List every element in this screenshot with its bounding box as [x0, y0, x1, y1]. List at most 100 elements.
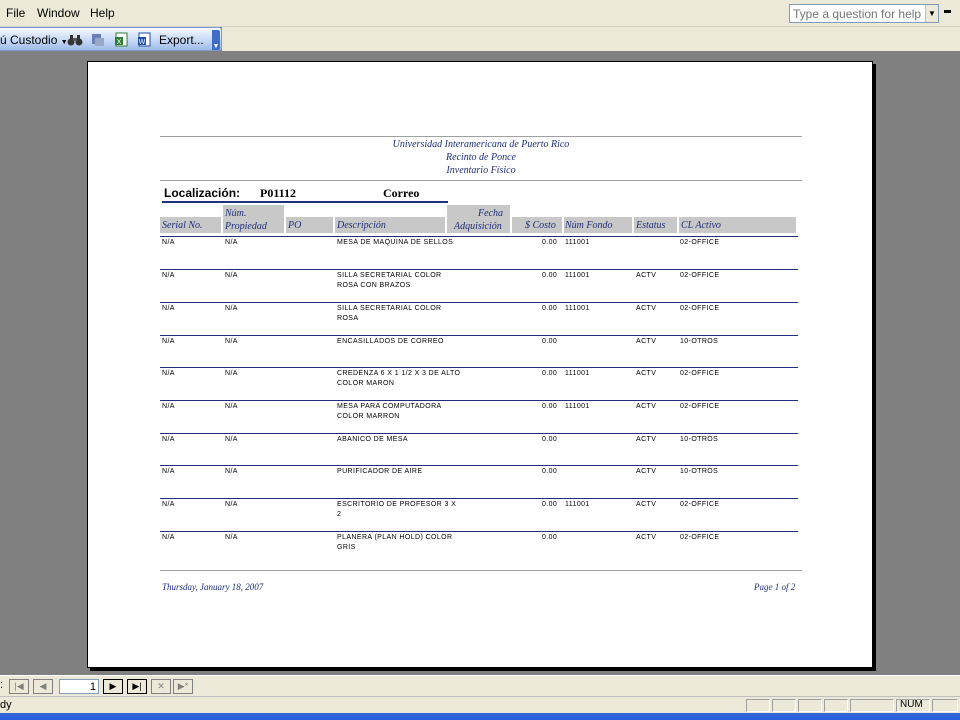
excel-icon[interactable]: X — [114, 32, 130, 48]
svg-text:W: W — [139, 38, 146, 46]
num-lock-panel: NUM — [896, 699, 930, 712]
menu-window[interactable]: Window — [37, 6, 80, 20]
report-title-inventory: Inventario Físico — [446, 165, 516, 176]
help-question-input[interactable] — [793, 7, 923, 21]
row-rule — [160, 531, 798, 532]
menu-help[interactable]: Help — [90, 6, 115, 20]
cell-cl: 02-OFFICE — [680, 403, 720, 410]
cell-descripcion: ENCASILLADOS DE CORREO — [337, 338, 444, 345]
page-number-input[interactable] — [59, 679, 99, 694]
row-rule — [160, 302, 798, 303]
col-header-po: PO — [288, 220, 302, 231]
taskbar — [0, 713, 960, 720]
help-box: ▼ — [789, 4, 939, 23]
cell-cl: 10-OTROS — [680, 338, 719, 345]
row-rule — [160, 433, 798, 434]
location-label: Localización: — [164, 186, 241, 200]
row-rule — [160, 335, 798, 336]
cell-propiedad: N/A — [225, 436, 238, 443]
chevron-down-icon[interactable]: ▼ — [925, 5, 938, 22]
binoculars-icon[interactable] — [67, 32, 83, 48]
col-header-fecha: Fecha — [478, 208, 503, 219]
header-top-rule — [160, 136, 802, 137]
cell-descripcion: MESA DE MAQUINA DE SELLOS — [337, 239, 454, 246]
cell-serial: N/A — [162, 305, 175, 312]
first-record-icon[interactable]: |◀ — [9, 679, 29, 694]
cell-propiedad: N/A — [225, 370, 238, 377]
col-header-num: Núm. — [225, 208, 247, 219]
cell-costo: 0.00 — [542, 305, 558, 312]
cell-costo: 0.00 — [542, 403, 558, 410]
status-panel — [932, 699, 958, 712]
col-header-adquisicion: Adquisición — [454, 221, 502, 232]
cell-propiedad: N/A — [225, 403, 238, 410]
cell-fondo: 111001 — [565, 403, 590, 410]
row-rule — [160, 465, 798, 466]
cell-fondo: 111001 — [565, 272, 590, 279]
status-panel — [746, 699, 770, 712]
next-record-icon[interactable]: ▶ — [103, 679, 123, 694]
cell-serial: N/A — [162, 239, 175, 246]
cell-costo: 0.00 — [542, 468, 558, 475]
menu-bar: File Window Help ▼ — [0, 0, 960, 27]
cell-fondo: 111001 — [565, 370, 590, 377]
footer-rule — [160, 570, 802, 571]
cell-serial: N/A — [162, 468, 175, 475]
cell-estatus: ACTV — [636, 272, 657, 279]
new-record-icon[interactable]: ▶* — [173, 679, 193, 694]
status-panel — [850, 699, 894, 712]
merge-icon[interactable] — [90, 32, 106, 48]
cancel-icon[interactable]: ✕ — [151, 679, 171, 694]
report-date: Thursday, January 18, 2007 — [162, 582, 264, 592]
cell-propiedad: N/A — [225, 534, 238, 541]
cell-costo: 0.00 — [542, 501, 558, 508]
status-panel — [772, 699, 796, 712]
status-bar: dy NUM — [0, 696, 960, 713]
cell-fondo: 111001 — [565, 239, 590, 246]
cell-costo: 0.00 — [542, 338, 558, 345]
cell-estatus: ACTV — [636, 468, 657, 475]
col-header-cl: CL Activo — [681, 220, 721, 231]
cell-fondo: 111001 — [565, 305, 590, 312]
cell-cl: 10-OTROS — [680, 436, 719, 443]
cell-descripcion: CREDENZA 6 X 1 1/2 X 3 DE ALTO COLOR MAR… — [337, 370, 461, 387]
cell-serial: N/A — [162, 338, 175, 345]
toolbar-background — [222, 27, 960, 51]
cell-descripcion: SILLA SECRETARIAL COLOR ROSA CON BRAZOS — [337, 272, 442, 289]
report-page: Universidad Interamericana de Puerto Ric… — [87, 61, 873, 668]
cell-cl: 02-OFFICE — [680, 305, 720, 312]
cell-cl: 02-OFFICE — [680, 501, 720, 508]
row-rule — [160, 367, 798, 368]
export-button[interactable]: Export... — [159, 33, 204, 47]
col-header-serial: Serial No. — [162, 220, 203, 231]
view-dropdown[interactable]: ú Custodio ▼ — [0, 33, 68, 47]
cell-costo: 0.00 — [542, 436, 558, 443]
cell-descripcion: PURIFICADOR DE AIRE — [337, 468, 423, 475]
last-record-icon[interactable]: ▶| — [127, 679, 147, 694]
cell-estatus: ACTV — [636, 338, 657, 345]
col-header-descripcion: Descripción — [337, 220, 386, 231]
word-icon[interactable]: W — [137, 32, 153, 48]
cell-descripcion: SILLA SECRETARIAL COLOR ROSA — [337, 305, 442, 322]
cell-propiedad: N/A — [225, 468, 238, 475]
prev-record-icon[interactable]: ◀ — [33, 679, 53, 694]
cell-propiedad: N/A — [225, 272, 238, 279]
cell-costo: 0.00 — [542, 370, 558, 377]
view-dropdown-label: ú Custodio — [0, 33, 58, 47]
record-navigation-bar: : |◀ ◀ ▶ ▶| ✕ ▶* — [0, 675, 960, 696]
cell-estatus: ACTV — [636, 305, 657, 312]
cell-serial: N/A — [162, 534, 175, 541]
cell-descripcion: PLANERA (PLAN HOLD) COLOR GRIS — [337, 534, 453, 551]
cell-estatus: ACTV — [636, 501, 657, 508]
cell-propiedad: N/A — [225, 501, 238, 508]
status-panel — [824, 699, 848, 712]
report-toolbar: ú Custodio ▼ X W Export... ▼ — [0, 27, 222, 51]
cell-estatus: ACTV — [636, 436, 657, 443]
cell-propiedad: N/A — [225, 338, 238, 345]
row-rule — [160, 498, 798, 499]
minimize-icon[interactable] — [944, 10, 951, 13]
status-message: dy — [0, 699, 12, 711]
header-bottom-rule — [160, 180, 802, 181]
menu-file[interactable]: File — [6, 6, 25, 20]
toolbar-options-icon[interactable]: ▼ — [212, 30, 220, 50]
